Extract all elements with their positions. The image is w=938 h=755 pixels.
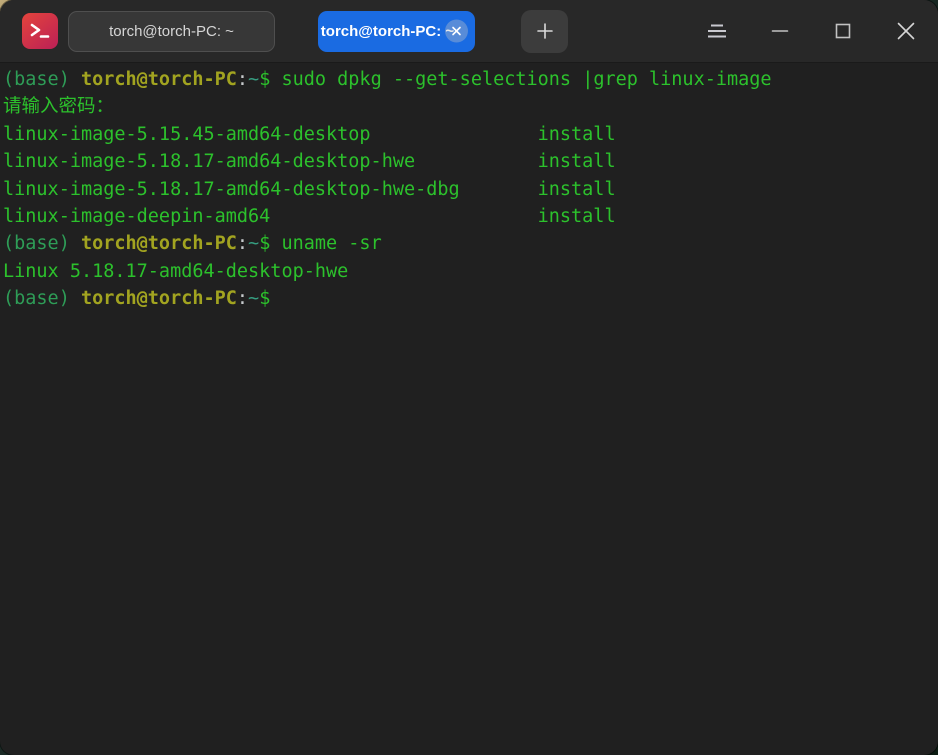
terminal-text-segment: Linux 5.18.17-amd64-desktop-hwe xyxy=(3,260,349,282)
maximize-icon xyxy=(835,23,851,39)
window-controls xyxy=(705,19,918,43)
terminal-text-segment: : xyxy=(236,233,249,255)
new-tab-button[interactable] xyxy=(521,9,568,53)
terminal-text-segment: 请输入密码： xyxy=(3,96,115,118)
terminal-text-segment: linux-image-deepin-amd64 install xyxy=(3,206,616,228)
terminal-line: 请输入密码： xyxy=(3,93,938,120)
minimize-icon xyxy=(771,30,789,32)
terminal-line: Linux 5.18.17-amd64-desktop-hwe xyxy=(3,258,938,285)
close-icon xyxy=(897,22,915,40)
terminal-text-segment: $ xyxy=(259,69,282,90)
terminal-line: (base) torch@torch-PC:~$ xyxy=(3,285,938,312)
plus-icon xyxy=(536,23,553,39)
terminal-text-segment: : xyxy=(236,288,249,310)
terminal-line: linux-image-5.18.17-amd64-desktop-hwe in… xyxy=(3,148,938,175)
terminal-text-segment: sudo dpkg --get-selections |grep linux-i… xyxy=(281,69,772,90)
terminal-line: linux-image-5.18.17-amd64-desktop-hwe-db… xyxy=(3,176,938,203)
tab-label: torch@torch-PC: ~ xyxy=(109,22,234,40)
terminal-text-segment: (base) xyxy=(3,288,81,310)
terminal-output[interactable]: (base) torch@torch-PC:~$ sudo dpkg --get… xyxy=(0,63,938,313)
tab-label: torch@torch-PC: ~ xyxy=(320,22,455,40)
terminal-text-segment: uname -sr xyxy=(281,233,382,255)
terminal-text-segment: torch@torch-PC xyxy=(80,288,237,310)
tab-close-button[interactable] xyxy=(445,19,468,43)
terminal-text-segment: (base) xyxy=(3,69,81,90)
tab-terminal-1[interactable]: torch@torch-PC: ~ xyxy=(68,10,275,52)
minimize-button[interactable] xyxy=(768,19,792,43)
terminal-text-segment: $ xyxy=(259,288,271,310)
terminal-text-segment: : xyxy=(236,69,249,90)
terminal-text-segment: torch@torch-PC xyxy=(80,233,237,255)
hamburger-menu-icon xyxy=(708,24,726,38)
close-icon xyxy=(452,26,461,36)
close-button[interactable] xyxy=(894,19,918,43)
menu-button[interactable] xyxy=(705,19,729,43)
terminal-text-segment: $ xyxy=(259,233,282,255)
terminal-icon xyxy=(30,23,50,38)
terminal-text-segment: ~ xyxy=(248,69,260,90)
terminal-text-segment: linux-image-5.18.17-amd64-desktop-hwe in… xyxy=(3,151,616,173)
terminal-line: (base) torch@torch-PC:~$ sudo dpkg --get… xyxy=(3,66,938,93)
terminal-window: torch@torch-PC: ~ torch@torch-PC: ~ (bas… xyxy=(0,0,938,755)
terminal-line: linux-image-deepin-amd64 install xyxy=(3,203,938,230)
titlebar[interactable]: torch@torch-PC: ~ torch@torch-PC: ~ xyxy=(0,0,938,63)
terminal-line: (base) torch@torch-PC:~$ uname -sr xyxy=(3,230,938,257)
terminal-app-icon xyxy=(22,13,58,49)
maximize-button[interactable] xyxy=(831,19,855,43)
tab-terminal-2-active[interactable]: torch@torch-PC: ~ xyxy=(318,10,475,52)
terminal-text-segment: linux-image-5.15.45-amd64-desktop instal… xyxy=(3,123,616,145)
terminal-text-segment: torch@torch-PC xyxy=(80,69,237,90)
terminal-line: linux-image-5.15.45-amd64-desktop instal… xyxy=(3,121,938,148)
terminal-text-segment: ~ xyxy=(248,233,260,255)
terminal-text-segment: ~ xyxy=(248,288,260,310)
terminal-text-segment: linux-image-5.18.17-amd64-desktop-hwe-db… xyxy=(3,178,616,200)
terminal-text-segment: (base) xyxy=(3,233,81,255)
